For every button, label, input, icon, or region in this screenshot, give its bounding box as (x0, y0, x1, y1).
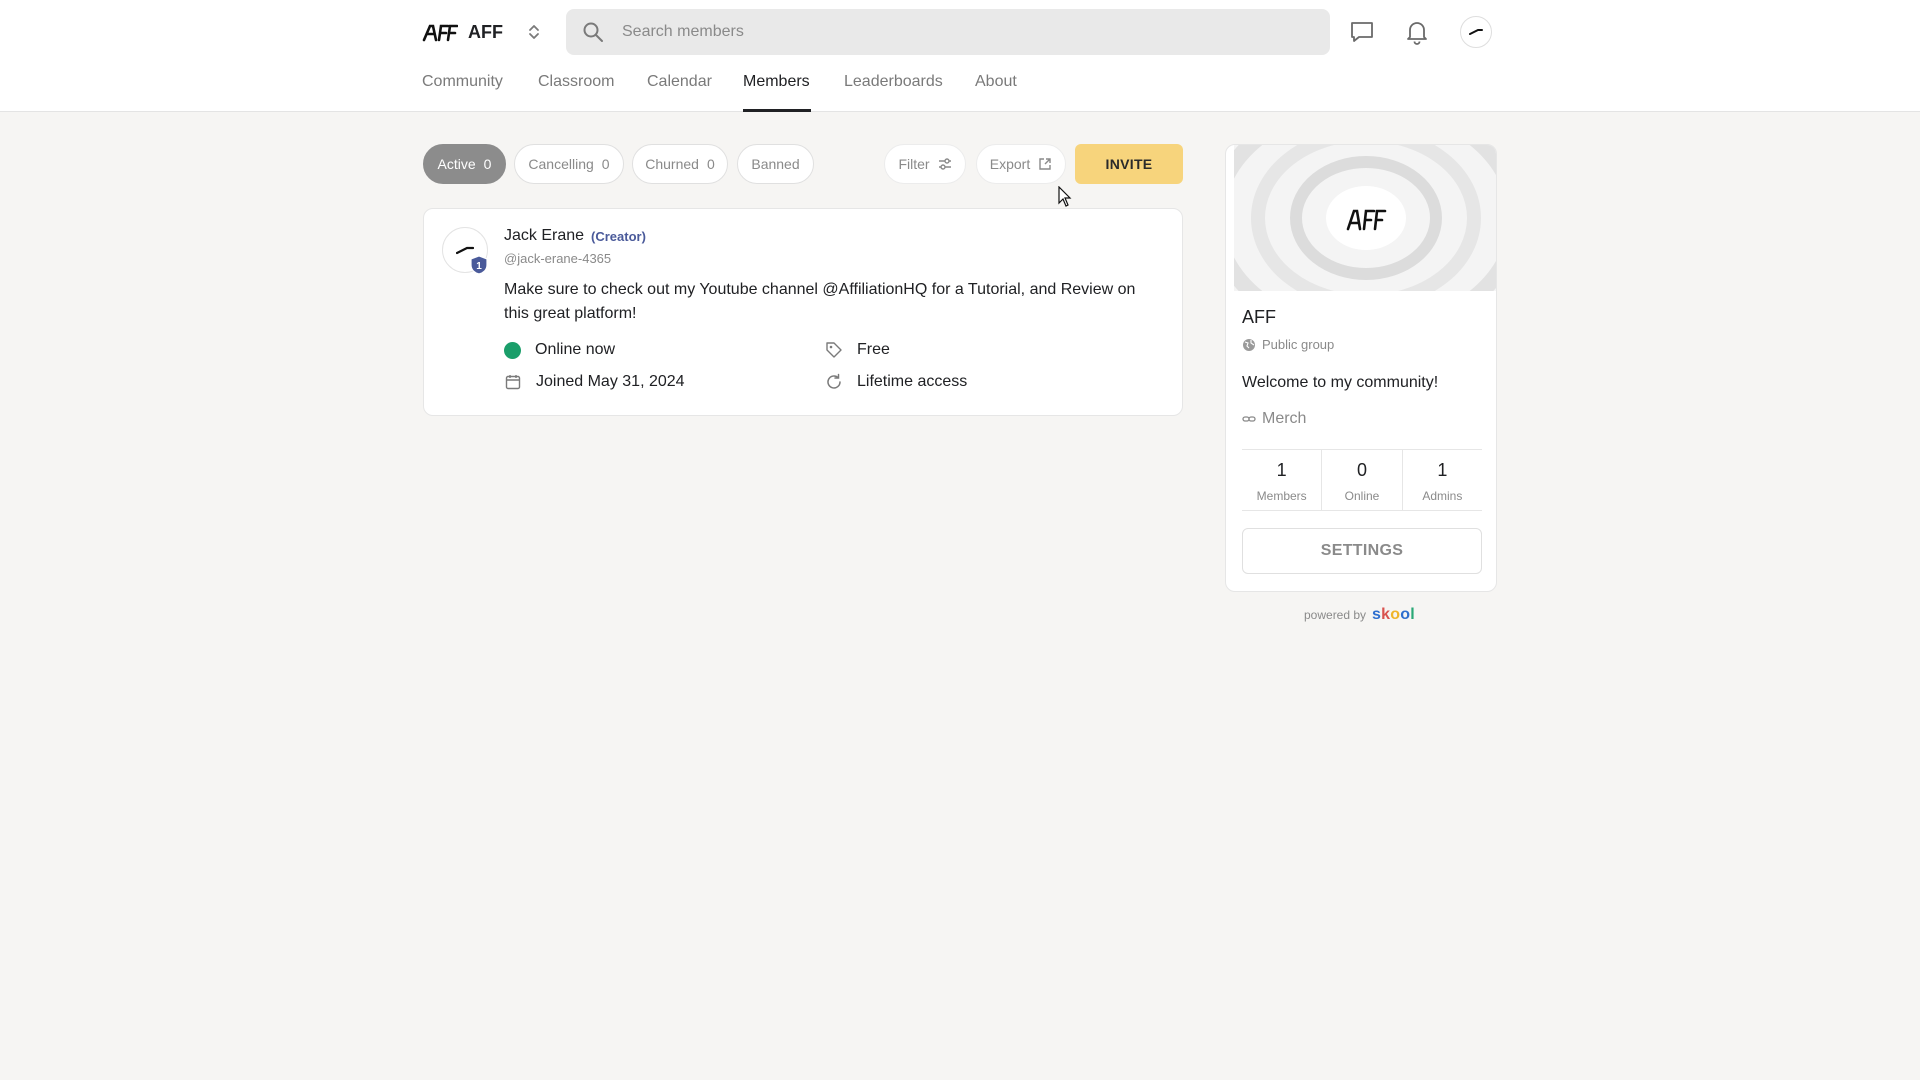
level-badge-icon: 1 (470, 255, 488, 275)
member-access-text: Lifetime access (857, 373, 968, 390)
pill-label: Banned (751, 156, 800, 172)
group-switcher-chevron-icon[interactable] (524, 20, 544, 44)
tab-members[interactable]: Members (743, 60, 811, 112)
powered-by-footer: powered by skool (1304, 606, 1415, 624)
member-role: (Creator) (591, 229, 646, 244)
globe-icon (1243, 338, 1255, 351)
tab-calendar[interactable]: Calendar (647, 60, 743, 112)
refresh-icon (827, 373, 841, 389)
group-title: AFF (1242, 307, 1276, 327)
member-access: Lifetime access (825, 373, 967, 391)
filter-pill-cancelling[interactable]: Cancelling 0 (514, 144, 624, 184)
stat-value: 0 (1356, 460, 1367, 480)
online-status-dot (504, 341, 521, 359)
pill-count: 0 (483, 156, 492, 172)
chat-icon[interactable] (1348, 18, 1376, 46)
pill-count: 0 (601, 156, 610, 172)
skool-letter: s (1372, 606, 1382, 623)
group-visibility: Public group (1242, 337, 1334, 352)
link-icon (1242, 416, 1256, 422)
avatar-logo-icon (456, 246, 474, 255)
group-visibility-text: Public group (1262, 337, 1335, 352)
nav-tabs: Community Classroom Calendar Members Lea… (422, 60, 1035, 112)
level-number: 1 (476, 261, 482, 272)
price-tag-icon (826, 342, 842, 358)
sliders-icon (938, 158, 951, 170)
settings-button[interactable]: SETTINGS (1242, 528, 1482, 574)
tab-community[interactable]: Community (422, 60, 538, 112)
stat-label: Admins (1422, 489, 1463, 503)
member-joined: Joined May 31, 2024 (504, 373, 685, 391)
search-input[interactable] (622, 17, 1302, 47)
member-joined-text: Joined May 31, 2024 (536, 373, 685, 390)
stat-online[interactable]: 0 Online (1321, 450, 1401, 510)
avatar-logo-icon (1469, 29, 1483, 35)
skool-letter: l (1410, 606, 1415, 623)
tab-about[interactable]: About (975, 60, 1035, 112)
filter-button-label: Filter (898, 156, 930, 172)
tab-classroom[interactable]: Classroom (538, 60, 647, 112)
stat-value: 1 (1276, 460, 1287, 480)
pill-count: 0 (706, 156, 715, 172)
pill-label: Churned (645, 156, 699, 172)
member-bio: Make sure to check out my Youtube channe… (504, 281, 1136, 322)
stat-admins[interactable]: 1 Admins (1401, 450, 1482, 510)
skool-letter: o (1390, 606, 1401, 623)
export-button[interactable]: Export (976, 144, 1066, 184)
tab-leaderboards[interactable]: Leaderboards (844, 60, 975, 112)
group-info-panel: AFF Public group Welcome to my community… (1225, 144, 1497, 592)
notification-bell-icon[interactable] (1403, 18, 1431, 46)
stat-value: 1 (1437, 460, 1448, 480)
member-plan: Free (825, 341, 890, 359)
member-name[interactable]: Jack Erane (504, 227, 584, 245)
export-button-label: Export (989, 156, 1031, 172)
search-bar[interactable] (566, 9, 1330, 55)
export-icon (1039, 158, 1051, 170)
group-name: AFF (468, 21, 503, 42)
group-link-label: Merch (1262, 410, 1307, 427)
powered-by-text: powered by (1304, 608, 1367, 622)
filter-pill-banned[interactable]: Banned (737, 144, 814, 184)
member-card[interactable]: 1 Jack Erane (Creator) @jack-erane-4365 … (423, 208, 1183, 416)
calendar-icon (505, 375, 521, 390)
stat-members[interactable]: 1 Members (1242, 450, 1321, 510)
member-status-text: Online now (535, 341, 616, 358)
group-stats: 1 Members 0 Online 1 Admins (1242, 449, 1482, 511)
filter-pill-active[interactable]: Active 0 (423, 144, 506, 184)
stat-label: Members (1256, 489, 1307, 503)
search-icon (583, 22, 603, 42)
group-link-merch[interactable]: Merch (1242, 410, 1306, 428)
top-header: AFF Community Classroom Calendar Members… (0, 0, 1920, 112)
user-avatar[interactable] (1460, 16, 1492, 48)
stat-label: Online (1344, 489, 1380, 503)
filter-pill-churned[interactable]: Churned 0 (632, 144, 728, 184)
member-handle: @jack-erane-4365 (504, 251, 612, 266)
skool-letter: o (1400, 606, 1411, 623)
pill-label: Active (437, 156, 476, 172)
invite-button[interactable]: INVITE (1075, 144, 1183, 184)
member-status: Online now (504, 341, 615, 359)
mouse-cursor-icon (1058, 186, 1072, 207)
member-plan-text: Free (857, 341, 890, 358)
group-logo-icon (422, 24, 458, 42)
skool-logo[interactable]: skool (1372, 606, 1415, 624)
pill-label: Cancelling (528, 156, 594, 172)
group-brand[interactable]: AFF (422, 14, 503, 50)
filter-button[interactable]: Filter (884, 144, 966, 184)
skool-letter: k (1381, 606, 1391, 623)
group-cover-image (1234, 145, 1496, 291)
group-description: Welcome to my community! (1242, 374, 1439, 391)
